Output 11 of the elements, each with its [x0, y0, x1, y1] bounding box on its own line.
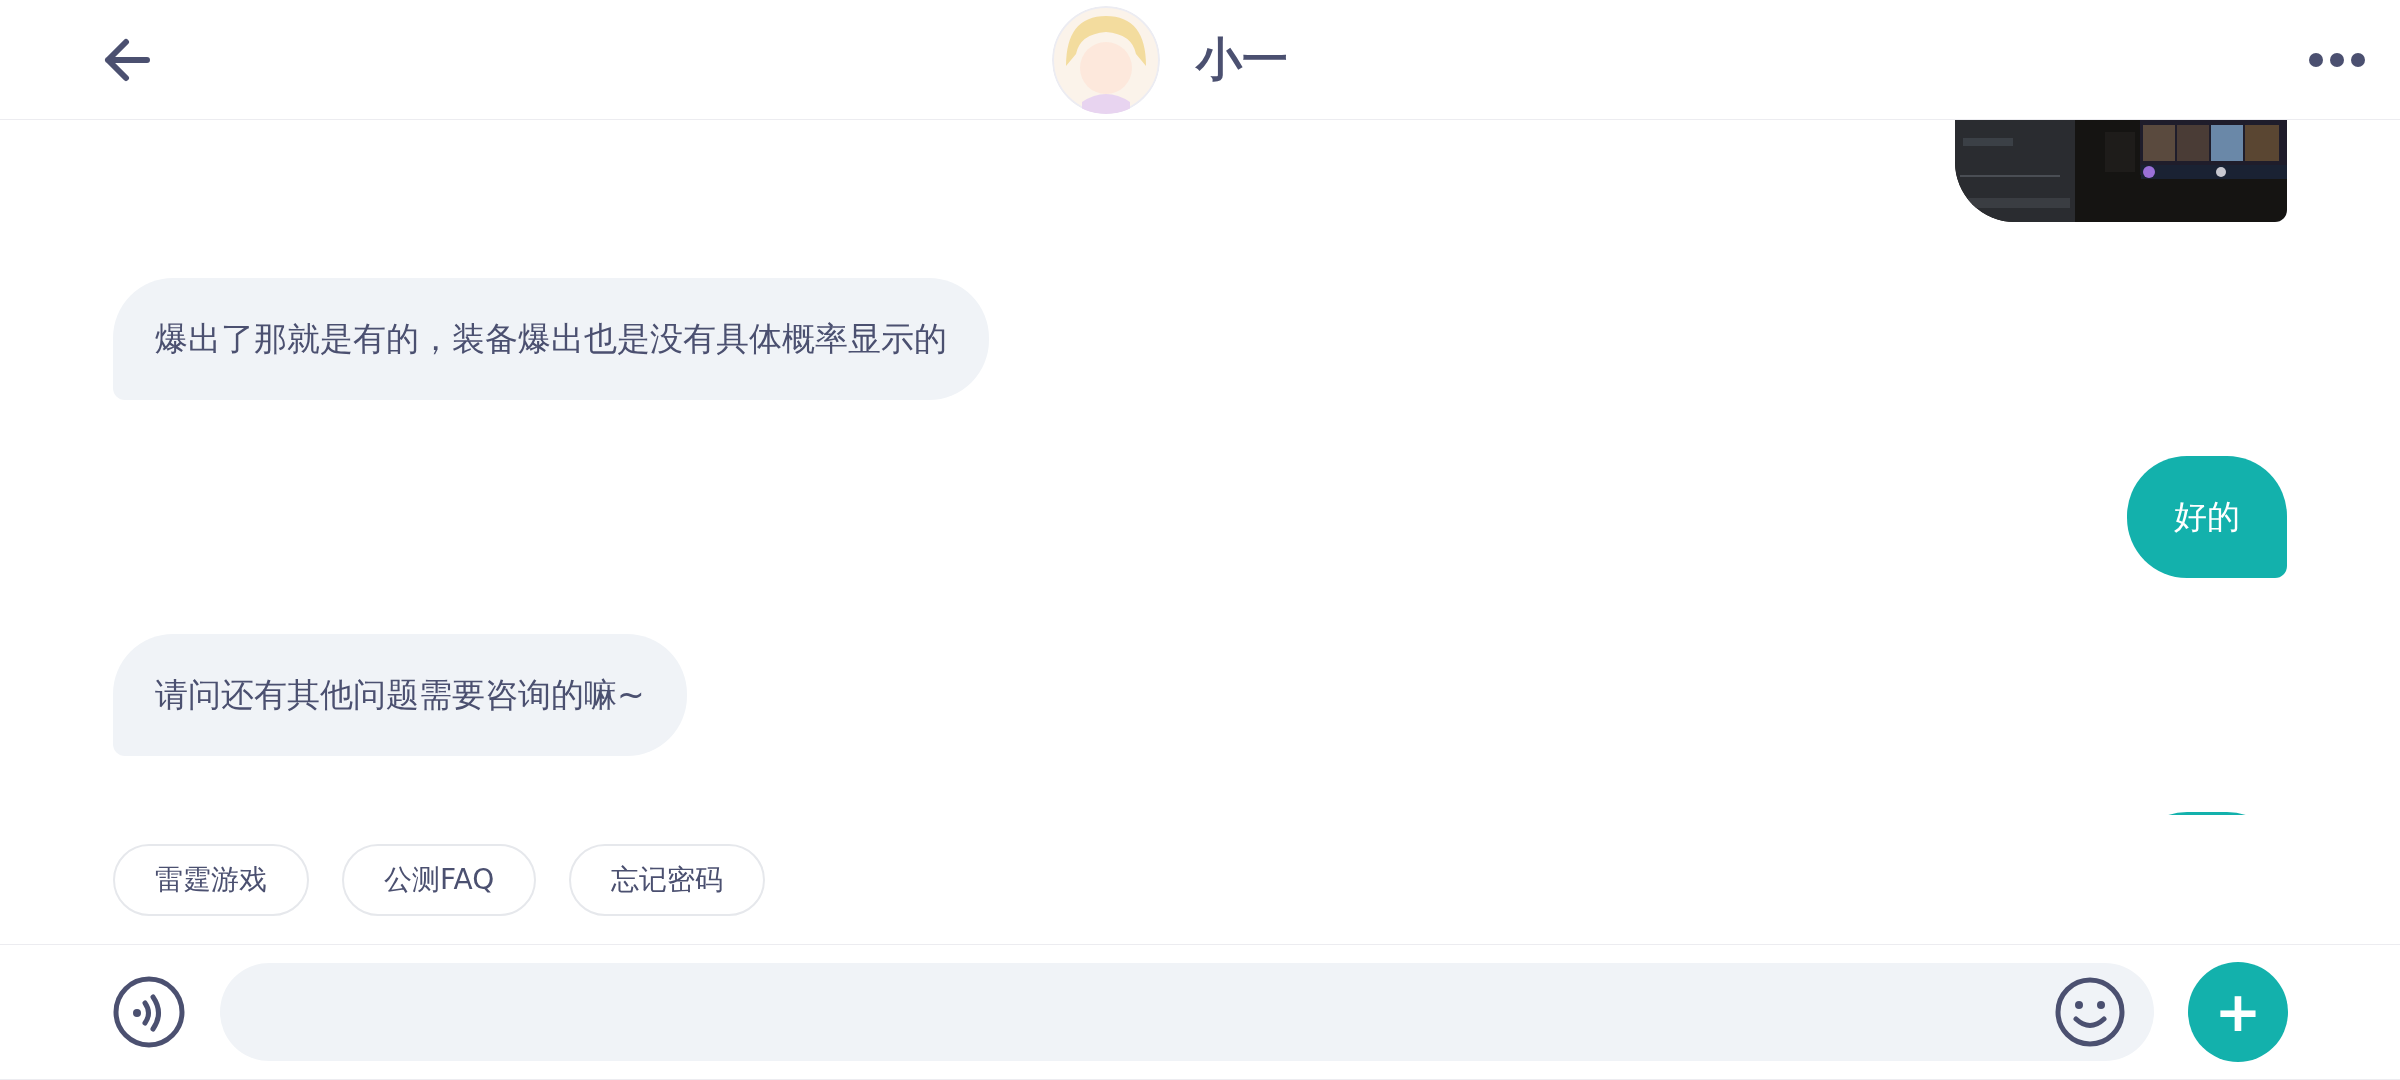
emoji-icon[interactable]: [2054, 976, 2126, 1048]
more-icon[interactable]: [2308, 52, 2366, 68]
incoming-message: 请问还有其他问题需要咨询的嘛~: [113, 634, 687, 756]
outgoing-message: 好的: [2127, 456, 2287, 578]
quick-reply-chip[interactable]: 忘记密码: [569, 843, 766, 916]
quick-reply-chip[interactable]: 公测FAQ: [342, 843, 537, 916]
back-icon[interactable]: [104, 38, 150, 82]
voice-icon[interactable]: [112, 975, 186, 1049]
quick-reply-chip[interactable]: 雷霆游戏: [113, 843, 309, 916]
incoming-message: 爆出了那就是有的，装备爆出也是没有具体概率显示的: [113, 278, 989, 400]
contact-name: 小一: [1196, 30, 1288, 88]
